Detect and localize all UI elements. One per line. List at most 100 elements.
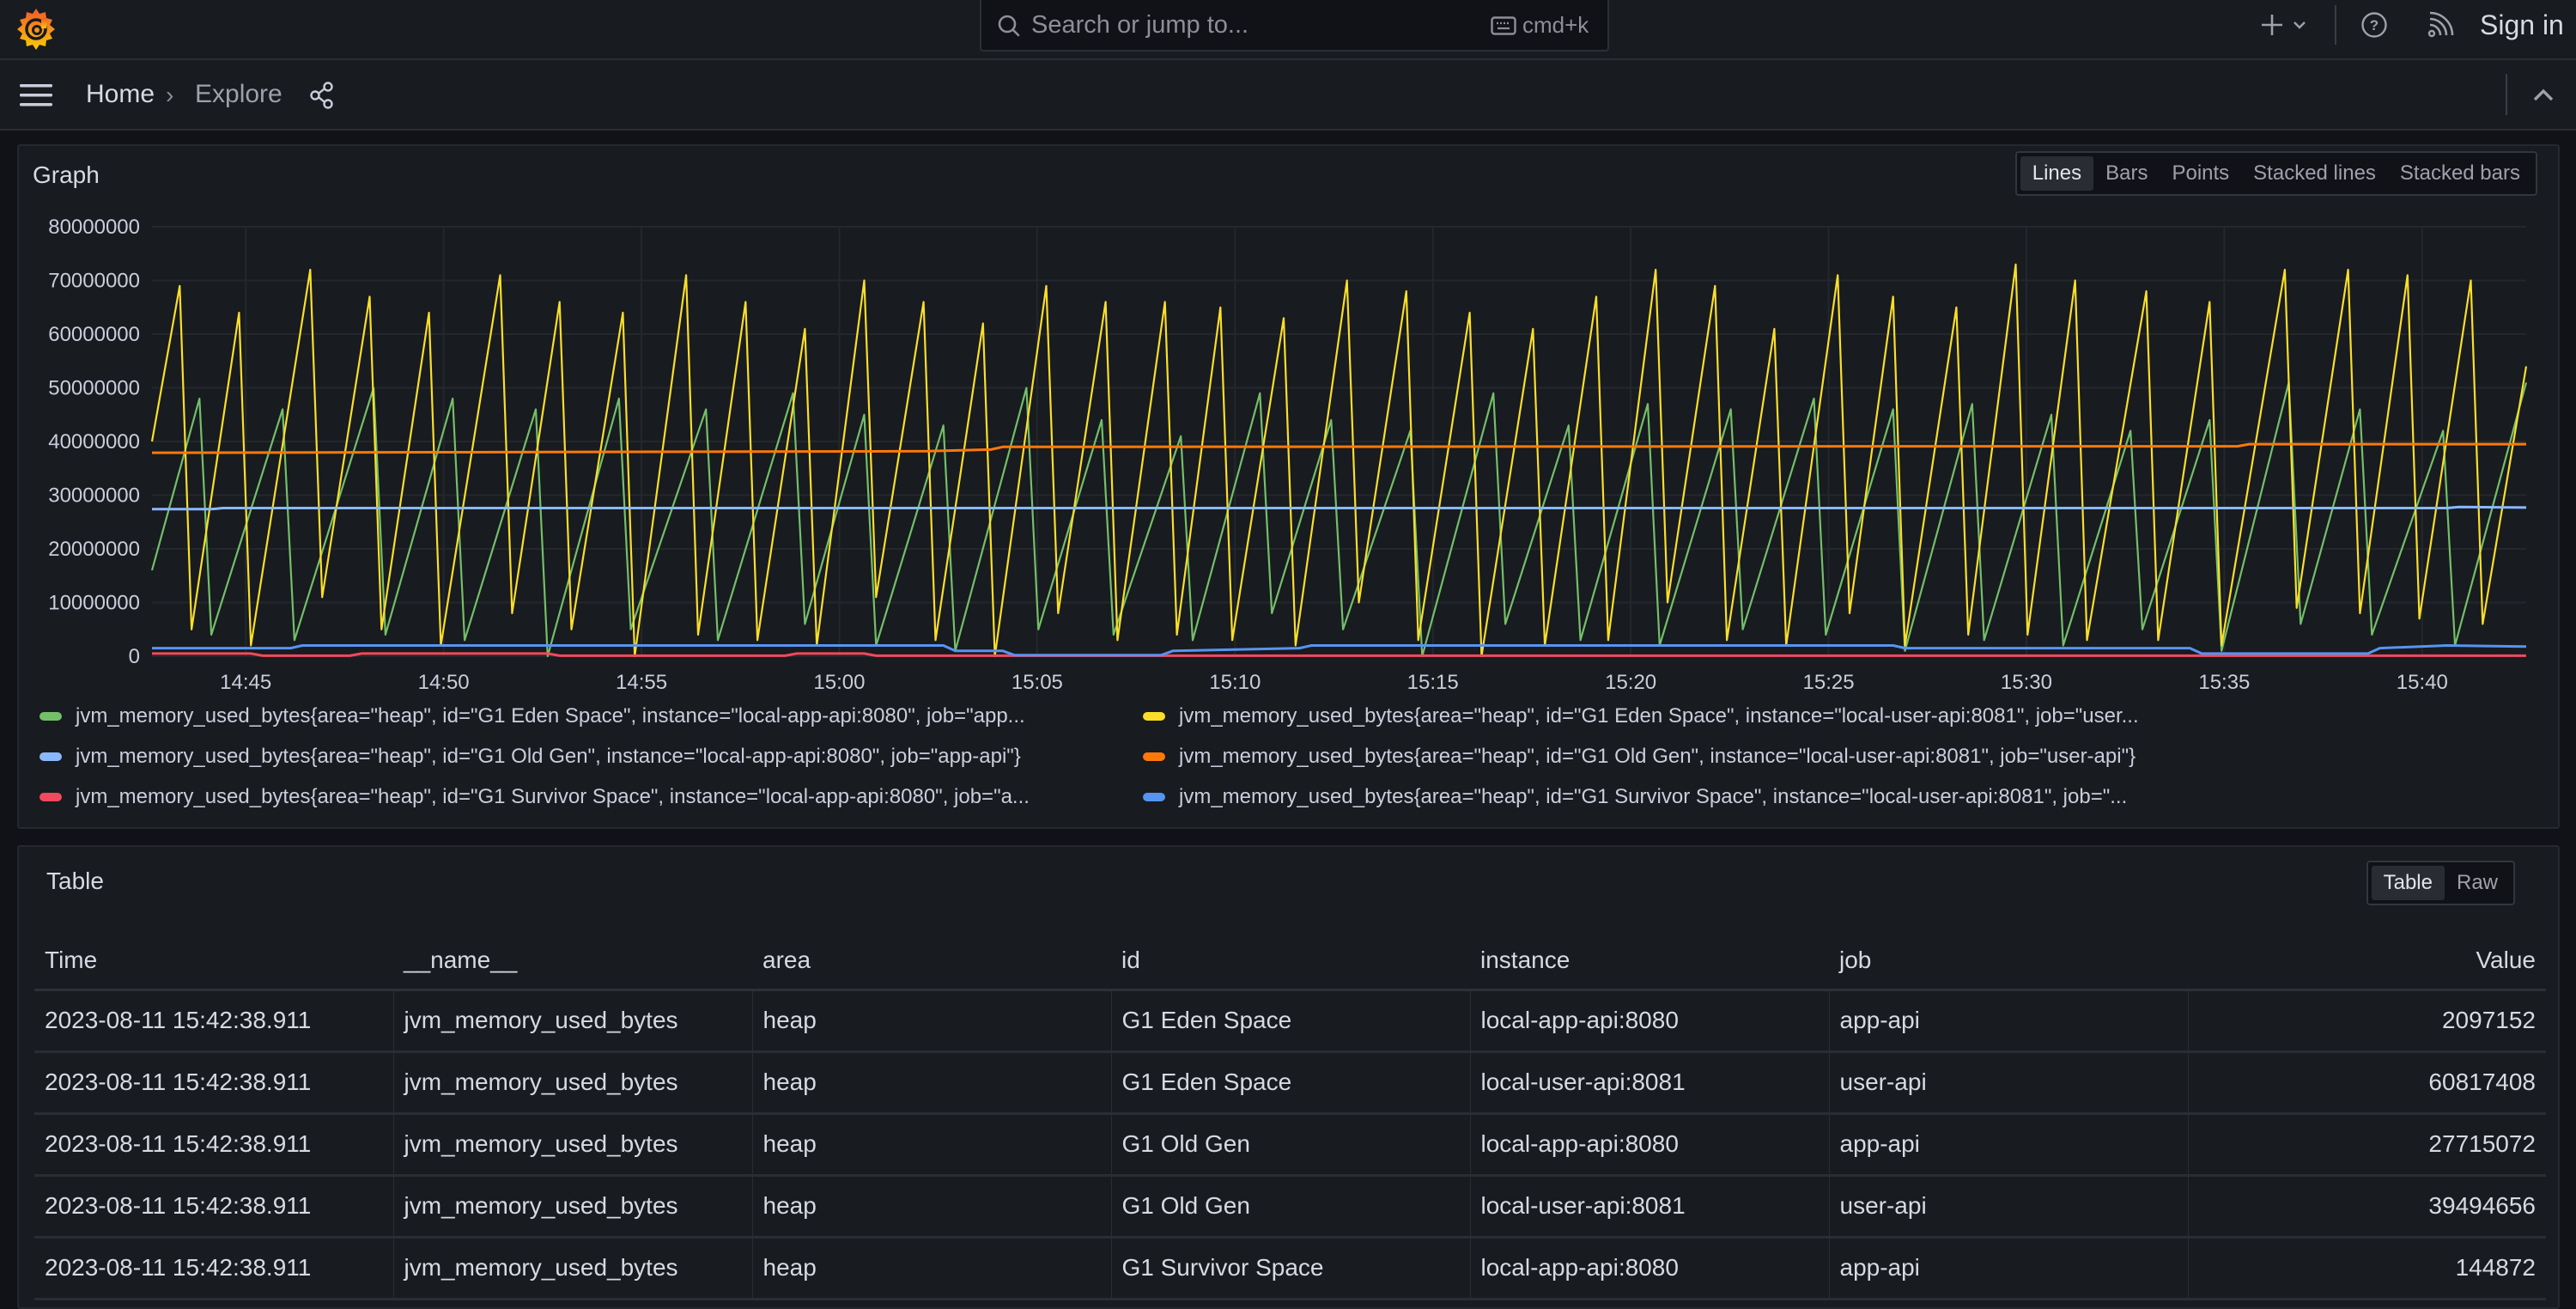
legend-swatch-icon: [39, 752, 62, 761]
y-tick-label: 30000000: [48, 484, 140, 508]
legend-label: jvm_memory_used_bytes{area="heap", id="G…: [76, 745, 1021, 768]
cell-area: heap: [752, 1051, 1112, 1115]
table-row: 2023-08-11 15:42:38.911 jvm_memory_used_…: [34, 1113, 2546, 1177]
search-icon: [998, 15, 1020, 37]
top-bar: Search or jump to... cmd+k ? Sign in: [0, 0, 2576, 60]
y-tick-label: 40000000: [48, 430, 140, 454]
x-tick-label: 14:50: [418, 671, 470, 694]
column-header-id[interactable]: id: [1111, 933, 1470, 991]
column-header-value[interactable]: Value: [2188, 933, 2546, 991]
cell-name: jvm_memory_used_bytes: [393, 1175, 753, 1239]
y-tick-label: 50000000: [48, 377, 140, 400]
graph-panel: Graph Lines Bars Points Stacked lines St…: [17, 144, 2560, 829]
column-header-name[interactable]: __name__: [393, 933, 752, 991]
cell-time: 2023-08-11 15:42:38.911: [34, 1051, 394, 1115]
x-tick-label: 15:40: [2397, 671, 2448, 694]
hamburger-menu-icon[interactable]: [19, 82, 53, 108]
legend-swatch-icon: [1143, 712, 1165, 721]
data-table: Time __name__ area id instance job Value…: [34, 933, 2546, 1300]
x-tick-label: 15:20: [1605, 671, 1656, 694]
view-option-raw[interactable]: Raw: [2445, 866, 2510, 900]
chevron-down-icon[interactable]: [2291, 17, 2308, 33]
cell-job: app-api: [1829, 1113, 2189, 1177]
column-header-time[interactable]: Time: [34, 933, 393, 991]
cell-name: jvm_memory_used_bytes: [393, 1237, 753, 1300]
x-tick-label: 15:30: [2001, 671, 2052, 694]
x-tick-label: 15:15: [1407, 671, 1459, 694]
legend-item[interactable]: jvm_memory_used_bytes{area="heap", id="G…: [1143, 704, 2139, 728]
cell-value: 39494656: [2188, 1175, 2546, 1239]
x-axis-ticks: 14:45 14:50 14:55 15:00 15:05 15:10 15:15 15:20…: [220, 671, 2448, 694]
legend-item[interactable]: jvm_memory_used_bytes{area="heap", id="G…: [1143, 745, 2136, 769]
chart-grid: [152, 226, 2526, 657]
plus-icon[interactable]: [2258, 11, 2286, 39]
cell-time: 2023-08-11 15:42:38.911: [34, 1113, 394, 1177]
legend-swatch-icon: [1143, 752, 1165, 761]
column-header-instance[interactable]: instance: [1470, 933, 1829, 991]
x-tick-label: 15:25: [1803, 671, 1855, 694]
table-header-row: Time __name__ area id instance job Value: [34, 933, 2546, 991]
cell-instance: local-app-api:8080: [1470, 989, 1830, 1053]
legend-swatch-icon: [39, 712, 62, 721]
table-row: 2023-08-11 15:42:38.911 jvm_memory_used_…: [34, 1175, 2546, 1239]
cell-value: 60817408: [2188, 1051, 2546, 1115]
cell-value: 2097152: [2188, 989, 2546, 1053]
divider: [2506, 74, 2507, 115]
rss-news-icon[interactable]: [2427, 11, 2454, 39]
cell-id: G1 Old Gen: [1111, 1175, 1471, 1239]
cell-id: G1 Survivor Space: [1111, 1237, 1471, 1300]
chart-series-lines: [150, 263, 2528, 658]
cell-time: 2023-08-11 15:42:38.911: [34, 1237, 394, 1300]
help-icon[interactable]: ?: [2360, 11, 2388, 39]
cell-instance: local-user-api:8081: [1470, 1051, 1830, 1115]
breadcrumb-explore: Explore: [195, 80, 283, 108]
table-view-selector: Table Raw: [2366, 861, 2515, 905]
table-row: 2023-08-11 15:42:38.911 jvm_memory_used_…: [34, 1051, 2546, 1115]
time-series-chart[interactable]: 0 10000000 20000000 30000000 40000000 5000000…: [19, 146, 2561, 713]
cell-instance: local-app-api:8080: [1470, 1237, 1830, 1300]
table-panel: Table Table Raw Time __name__ area id in…: [17, 845, 2560, 1309]
legend-label: jvm_memory_used_bytes{area="heap", id="G…: [1179, 785, 2128, 808]
legend-item[interactable]: jvm_memory_used_bytes{area="heap", id="G…: [39, 785, 1030, 809]
view-option-table[interactable]: Table: [2371, 866, 2445, 900]
cell-job: app-api: [1829, 989, 2189, 1053]
y-tick-label: 20000000: [48, 538, 140, 561]
cell-area: heap: [752, 1237, 1112, 1300]
cell-instance: local-user-api:8081: [1470, 1175, 1830, 1239]
column-header-area[interactable]: area: [752, 933, 1111, 991]
legend-item[interactable]: jvm_memory_used_bytes{area="heap", id="G…: [39, 704, 1025, 728]
sign-in-link[interactable]: Sign in: [2480, 9, 2564, 41]
grafana-logo-icon[interactable]: [12, 5, 60, 53]
share-icon[interactable]: [309, 82, 335, 109]
x-tick-label: 14:45: [220, 671, 271, 694]
chevron-up-icon[interactable]: [2531, 86, 2555, 103]
y-tick-label: 60000000: [48, 323, 140, 346]
legend-swatch-icon: [39, 793, 62, 801]
y-axis-ticks: 0 10000000 20000000 30000000 40000000 5000000…: [48, 216, 140, 668]
series-line: [150, 263, 2528, 658]
search-shortcut: cmd+k: [1522, 12, 1589, 38]
y-tick-label: 10000000: [48, 592, 140, 615]
x-tick-label: 15:10: [1209, 671, 1261, 694]
cell-area: heap: [752, 989, 1112, 1053]
cell-name: jvm_memory_used_bytes: [393, 989, 753, 1053]
breadcrumb-home[interactable]: Home: [86, 80, 155, 109]
keyboard-icon: [1491, 16, 1516, 35]
search-input[interactable]: Search or jump to... cmd+k: [980, 0, 1609, 52]
legend-label: jvm_memory_used_bytes{area="heap", id="G…: [76, 785, 1030, 808]
cell-job: user-api: [1829, 1051, 2189, 1115]
cell-time: 2023-08-11 15:42:38.911: [34, 989, 394, 1053]
table-row: 2023-08-11 15:42:38.911 jvm_memory_used_…: [34, 989, 2546, 1053]
legend-item[interactable]: jvm_memory_used_bytes{area="heap", id="G…: [39, 745, 1021, 769]
cell-area: heap: [752, 1113, 1112, 1177]
cell-job: user-api: [1829, 1175, 2189, 1239]
y-tick-label: 70000000: [48, 270, 140, 293]
legend-item[interactable]: jvm_memory_used_bytes{area="heap", id="G…: [1143, 785, 2127, 809]
cell-time: 2023-08-11 15:42:38.911: [34, 1175, 394, 1239]
cell-id: G1 Eden Space: [1111, 989, 1471, 1053]
y-tick-label: 0: [129, 645, 140, 668]
cell-value: 144872: [2188, 1237, 2546, 1300]
legend-label: jvm_memory_used_bytes{area="heap", id="G…: [76, 704, 1025, 728]
column-header-job[interactable]: job: [1829, 933, 2188, 991]
x-tick-label: 14:55: [616, 671, 667, 694]
